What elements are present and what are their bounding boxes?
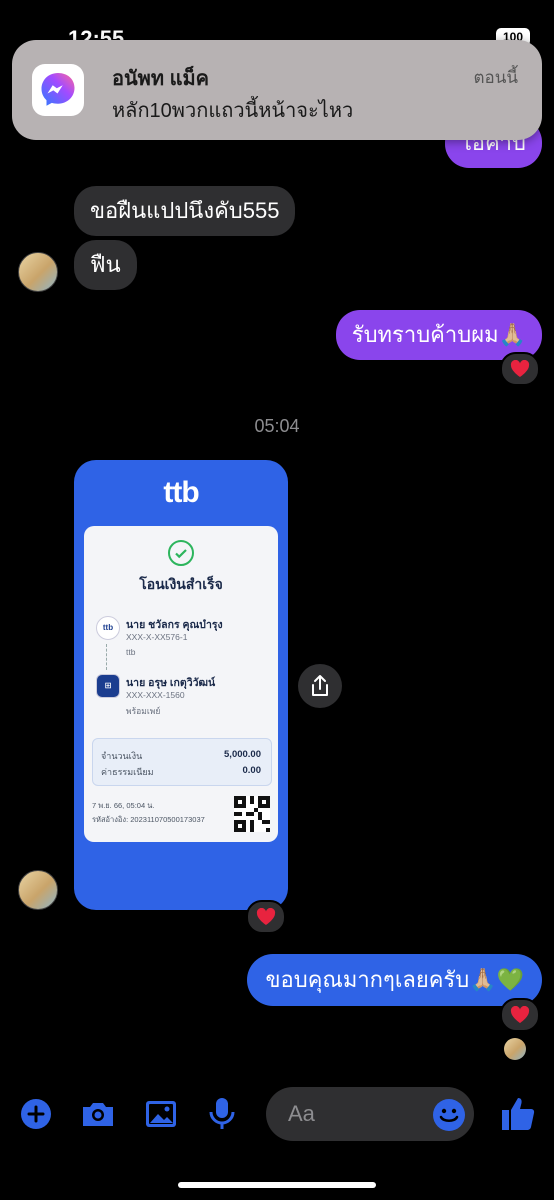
- message-incoming[interactable]: ฟืน: [74, 240, 137, 290]
- image-icon: [146, 1101, 176, 1127]
- heart-reaction-icon[interactable]: [246, 900, 286, 934]
- share-button[interactable]: [298, 664, 342, 708]
- share-icon: [312, 675, 328, 696]
- amount-box: จำนวนเงิน 5,000.00 ค่าธรรมเนียม 0.00: [92, 738, 272, 786]
- sender-bank: ttb: [126, 647, 136, 657]
- fee-value: 0.00: [242, 765, 262, 776]
- emoji-button[interactable]: [432, 1098, 466, 1137]
- notification-message: หลัก10พวกแถวนี้หน้าจะไหว: [112, 100, 354, 122]
- thumbs-up-icon: [502, 1098, 535, 1130]
- notification-sender: อนัพท แม็ค: [112, 68, 210, 90]
- add-button[interactable]: [20, 1098, 52, 1135]
- notification-banner[interactable]: อนัพท แม็ค หลัก10พวกแถวนี้หน้าจะไหว ตอนน…: [12, 40, 542, 140]
- amount-value: 5,000.00: [224, 749, 261, 760]
- sender-name: นาย ชวัลกร คุณบำรุง: [126, 619, 223, 631]
- camera-icon: [83, 1103, 113, 1126]
- transfer-title: โอนเงินสำเร็จ: [139, 576, 223, 592]
- timestamp: 05:04: [254, 416, 300, 436]
- promptpay-icon: ⊞: [96, 674, 120, 698]
- gallery-button[interactable]: [144, 1098, 178, 1135]
- recipient-name: นาย อรุษ เกตุวิวัฒน์: [126, 677, 216, 689]
- reference-number: รหัสอ้างอิง: 2023110705001730​37: [92, 815, 205, 824]
- receipt-image[interactable]: ttb โอนเงินสำเร็จ ttb นาย ชวัลกร คุณบำรุ…: [74, 460, 288, 910]
- recipient-bank: พร้อมเพย์: [126, 706, 161, 716]
- heart-reaction-icon[interactable]: [500, 352, 540, 386]
- contact-avatar[interactable]: [18, 252, 58, 292]
- ttb-logo: ttb: [163, 476, 199, 509]
- message-incoming[interactable]: ขอฝืนแปปนึงคับ555: [74, 186, 296, 236]
- qr-code-icon: [234, 796, 270, 832]
- message-outgoing[interactable]: ขอบคุณมากๆเลยครับ🙏🏼💚: [247, 954, 542, 1006]
- sender-account: XXX-X-XX576-1: [126, 632, 188, 642]
- microphone-icon: [209, 1098, 235, 1129]
- fee-label: ค่าธรรมเนียม: [101, 767, 154, 777]
- like-button[interactable]: [500, 1094, 536, 1137]
- contact-avatar[interactable]: [18, 870, 58, 910]
- notification-time: ตอนนี้: [473, 68, 519, 87]
- messenger-icon: [32, 64, 84, 116]
- transfer-connector: [106, 644, 107, 670]
- smiley-icon: [433, 1099, 465, 1131]
- home-indicator: [178, 1182, 376, 1188]
- camera-button[interactable]: [80, 1098, 116, 1135]
- voice-button[interactable]: [208, 1096, 236, 1137]
- recipient-account: XXX-XXX-1560: [126, 690, 185, 700]
- seen-avatar: [504, 1038, 526, 1060]
- heart-reaction-icon[interactable]: [500, 998, 540, 1032]
- ttb-bank-icon: ttb: [96, 616, 120, 640]
- message-input-placeholder: Aa: [288, 1101, 315, 1126]
- amount-label: จำนวนเงิน: [101, 751, 143, 761]
- plus-icon: [21, 1099, 51, 1129]
- transfer-slip: โอนเงินสำเร็จ ttb นาย ชวัลกร คุณบำรุง XX…: [84, 526, 278, 842]
- success-check-icon: [168, 540, 194, 566]
- transfer-date: 7 พ.ย. 66, 05:04 น.: [92, 801, 155, 810]
